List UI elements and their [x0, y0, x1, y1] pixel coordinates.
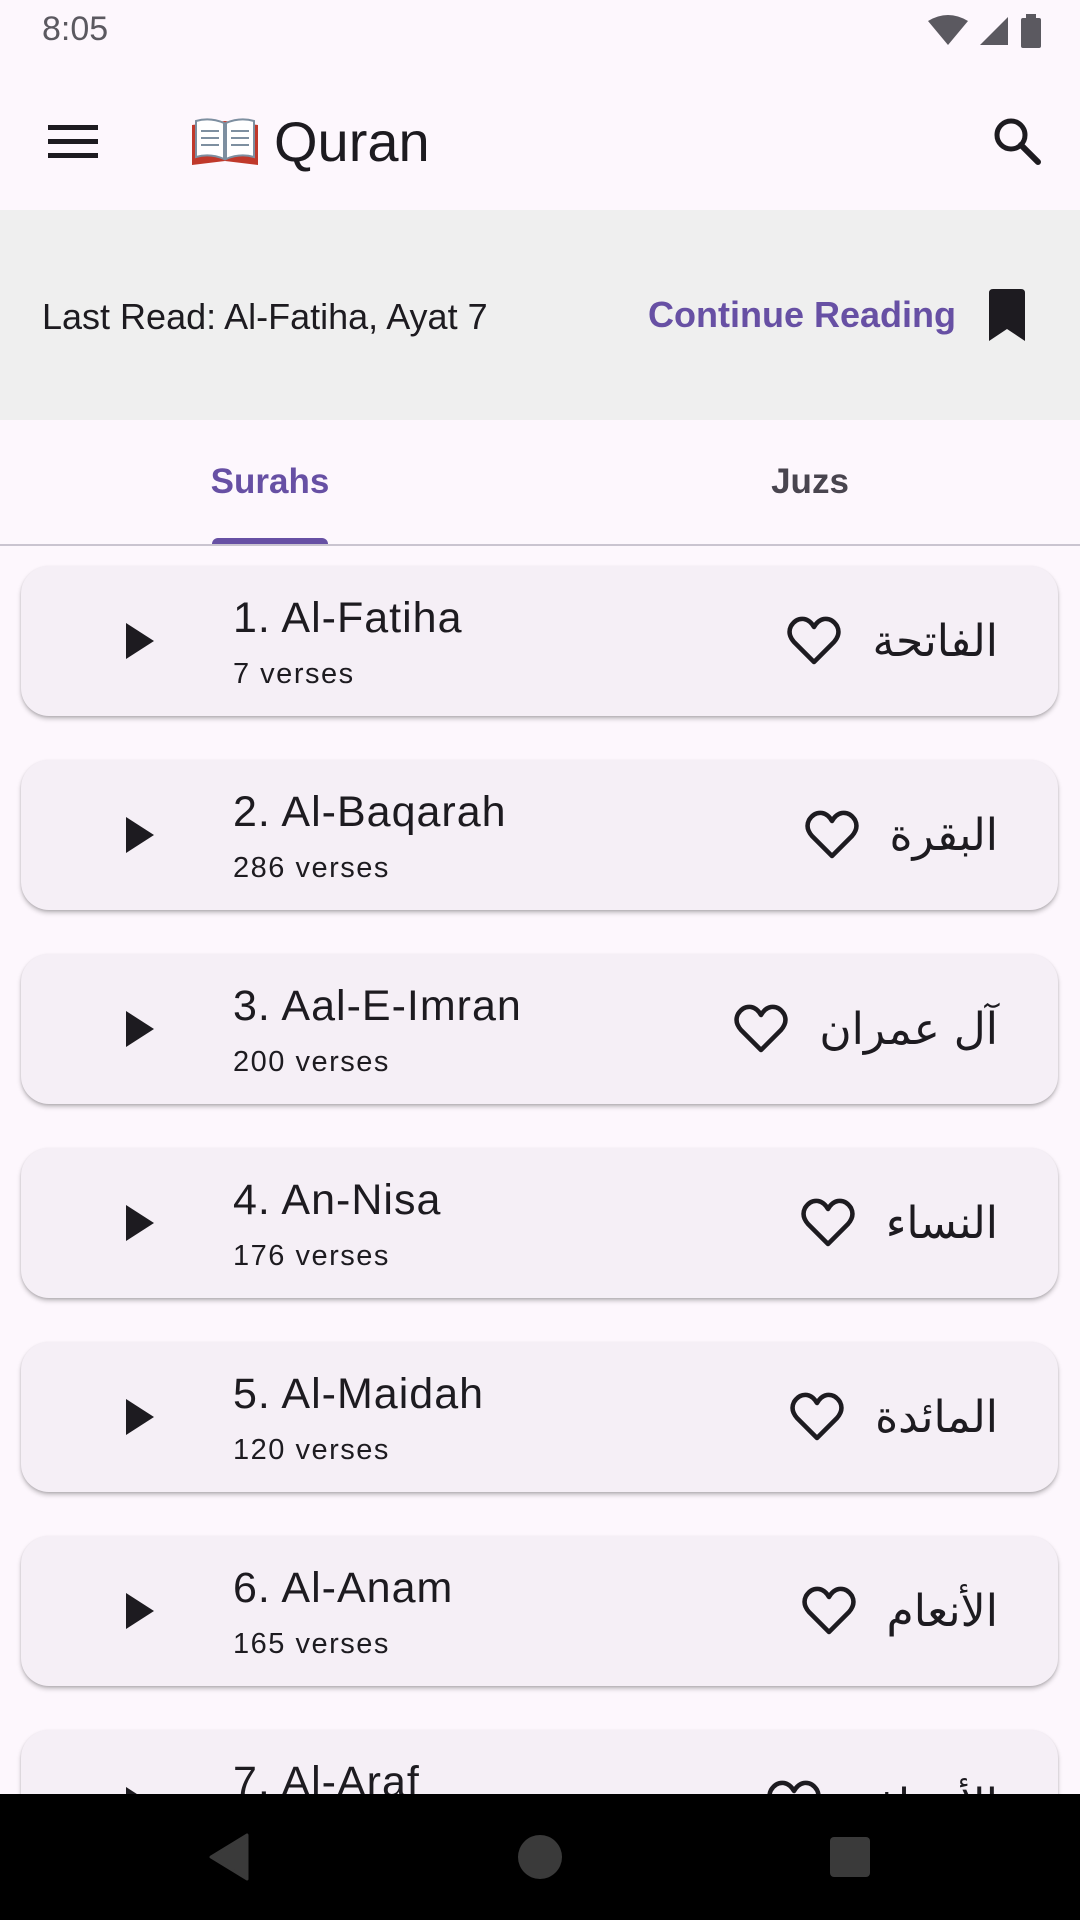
play-icon: [126, 1593, 154, 1629]
favorite-button[interactable]: [802, 805, 862, 865]
tab-juzs[interactable]: Juzs: [540, 420, 1080, 544]
surah-card[interactable]: 6. Al-Anam 165 verses الأنعام: [21, 1536, 1058, 1686]
play-button[interactable]: [109, 1775, 169, 1794]
bookmark-icon: [989, 289, 1025, 341]
heart-icon: [801, 1198, 855, 1247]
menu-button[interactable]: [34, 102, 112, 180]
favorite-button[interactable]: [784, 611, 844, 671]
surah-verses: 120 verses: [233, 1434, 390, 1466]
heart-icon: [790, 1392, 844, 1441]
heart-icon: [767, 1780, 821, 1794]
surah-card[interactable]: 7. Al-Araf الأعراف: [21, 1730, 1058, 1794]
surah-arabic-group: البقرة: [802, 790, 999, 880]
tab-indicator: [212, 538, 328, 544]
surah-name: 7. Al-Araf: [233, 1758, 420, 1794]
surah-name: 4. An-Nisa: [233, 1176, 442, 1224]
surah-arabic-name: الفاتحة: [872, 615, 998, 667]
app-bar: Quran: [0, 62, 1080, 210]
surah-arabic-name: الأعراف: [852, 1780, 998, 1795]
favorite-button[interactable]: [764, 1775, 824, 1794]
favorite-button[interactable]: [787, 1387, 847, 1447]
favorite-button[interactable]: [799, 1581, 859, 1641]
surah-verses: 200 verses: [233, 1046, 390, 1078]
last-read-banner: Last Read: Al-Fatiha, Ayat 7 Continue Re…: [0, 210, 1080, 420]
surah-verses: 7 verses: [233, 658, 355, 690]
signal-icon: [980, 17, 1008, 45]
play-icon: [126, 623, 154, 659]
play-icon: [126, 1399, 154, 1435]
status-time: 8:05: [42, 10, 109, 48]
recents-button[interactable]: [815, 1822, 885, 1892]
surah-name: 6. Al-Anam: [233, 1564, 454, 1612]
play-icon: [126, 1787, 137, 1794]
surah-arabic-group: الأنعام: [799, 1566, 998, 1656]
play-button[interactable]: [109, 611, 169, 671]
status-bar: 8:05: [0, 0, 1080, 62]
surah-arabic-group: آل عمران: [731, 984, 998, 1074]
surah-arabic-name: البقرة: [889, 809, 999, 861]
recents-icon: [830, 1837, 870, 1877]
surah-arabic-group: الفاتحة: [784, 596, 998, 686]
play-icon: [126, 1011, 154, 1047]
heart-icon: [734, 1004, 789, 1053]
play-icon: [126, 817, 154, 853]
app-title: Quran: [274, 109, 430, 173]
play-button[interactable]: [109, 805, 169, 865]
tab-surahs[interactable]: Surahs: [0, 420, 540, 544]
continue-reading-button[interactable]: Continue Reading: [648, 294, 956, 336]
play-button[interactable]: [109, 999, 169, 1059]
last-read-text: Last Read: Al-Fatiha, Ayat 7: [42, 296, 488, 337]
surah-verses: 286 verses: [233, 852, 390, 884]
surah-card[interactable]: 1. Al-Fatiha 7 verses الفاتحة: [21, 566, 1058, 716]
bookmark-button[interactable]: [980, 284, 1034, 346]
search-button[interactable]: [978, 102, 1056, 180]
menu-icon: [48, 125, 98, 158]
favorite-button[interactable]: [798, 1193, 858, 1253]
favorite-button[interactable]: [731, 999, 791, 1059]
back-button[interactable]: [194, 1822, 264, 1892]
surah-verses: 176 verses: [233, 1240, 390, 1272]
play-button[interactable]: [109, 1193, 169, 1253]
surah-list[interactable]: 1. Al-Fatiha 7 verses الفاتحة 2. Al-Baqa…: [0, 546, 1080, 1794]
surah-card[interactable]: 2. Al-Baqarah 286 verses البقرة: [21, 760, 1058, 910]
system-nav-bar: [0, 1794, 1080, 1920]
back-icon: [209, 1833, 249, 1881]
heart-icon: [801, 1586, 856, 1635]
search-icon: [994, 118, 1041, 165]
surah-arabic-name: الأنعام: [886, 1585, 998, 1637]
heart-icon: [787, 616, 842, 665]
app-title-group: Quran: [190, 102, 430, 180]
surah-arabic-name: المائدة: [875, 1391, 998, 1443]
surah-arabic-group: النساء: [798, 1178, 998, 1268]
play-button[interactable]: [109, 1387, 169, 1447]
wifi-icon: [928, 15, 968, 45]
status-icons: [928, 14, 1042, 48]
heart-icon: [804, 810, 859, 859]
surah-name: 3. Aal-E-Imran: [233, 982, 522, 1030]
open-book-icon: [192, 118, 258, 165]
tab-bar: Surahs Juzs: [0, 420, 1080, 546]
battery-icon: [1021, 14, 1041, 48]
surah-card[interactable]: 4. An-Nisa 176 verses النساء: [21, 1148, 1058, 1298]
surah-verses: 165 verses: [233, 1628, 390, 1660]
surah-arabic-name: النساء: [885, 1197, 998, 1249]
surah-arabic-group: الأعراف: [764, 1760, 998, 1794]
surah-card[interactable]: 3. Aal-E-Imran 200 verses آل عمران: [21, 954, 1058, 1104]
surah-arabic-name: آل عمران: [819, 1003, 998, 1055]
play-icon: [126, 1205, 154, 1241]
play-button[interactable]: [109, 1581, 169, 1641]
surah-name: 1. Al-Fatiha: [233, 594, 463, 642]
home-icon: [518, 1835, 562, 1879]
surah-name: 2. Al-Baqarah: [233, 788, 507, 836]
surah-arabic-group: المائدة: [787, 1372, 998, 1462]
home-button[interactable]: [505, 1822, 575, 1892]
surah-card[interactable]: 5. Al-Maidah 120 verses المائدة: [21, 1342, 1058, 1492]
surah-name: 5. Al-Maidah: [233, 1370, 485, 1418]
